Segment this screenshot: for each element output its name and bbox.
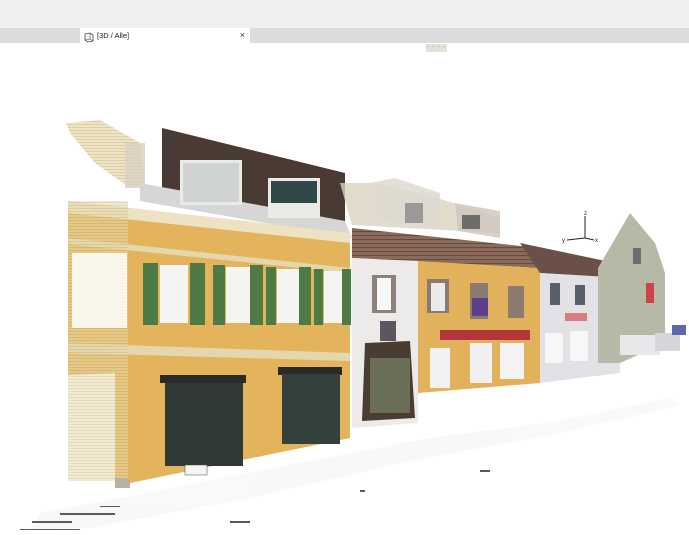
window-row — [143, 263, 351, 325]
3d-viewport[interactable]: z y x — [0, 43, 689, 532]
3d-view-icon — [84, 30, 94, 43]
far-buildings — [520, 213, 686, 383]
axis-gizmo — [566, 216, 595, 241]
tab-3d-view[interactable]: [3D / Alle] × — [80, 28, 250, 43]
tab-label: [3D / Alle] — [97, 31, 130, 40]
axis-x-label: x — [595, 238, 598, 244]
shop-building — [418, 261, 540, 393]
close-icon[interactable]: × — [240, 29, 245, 41]
main-building — [68, 201, 351, 488]
point-cloud-render: z y x — [20, 120, 686, 532]
axis-y-label: y — [562, 238, 565, 244]
title-bar — [0, 0, 689, 28]
axis-z-label: z — [584, 211, 587, 217]
left-gable — [66, 120, 145, 188]
